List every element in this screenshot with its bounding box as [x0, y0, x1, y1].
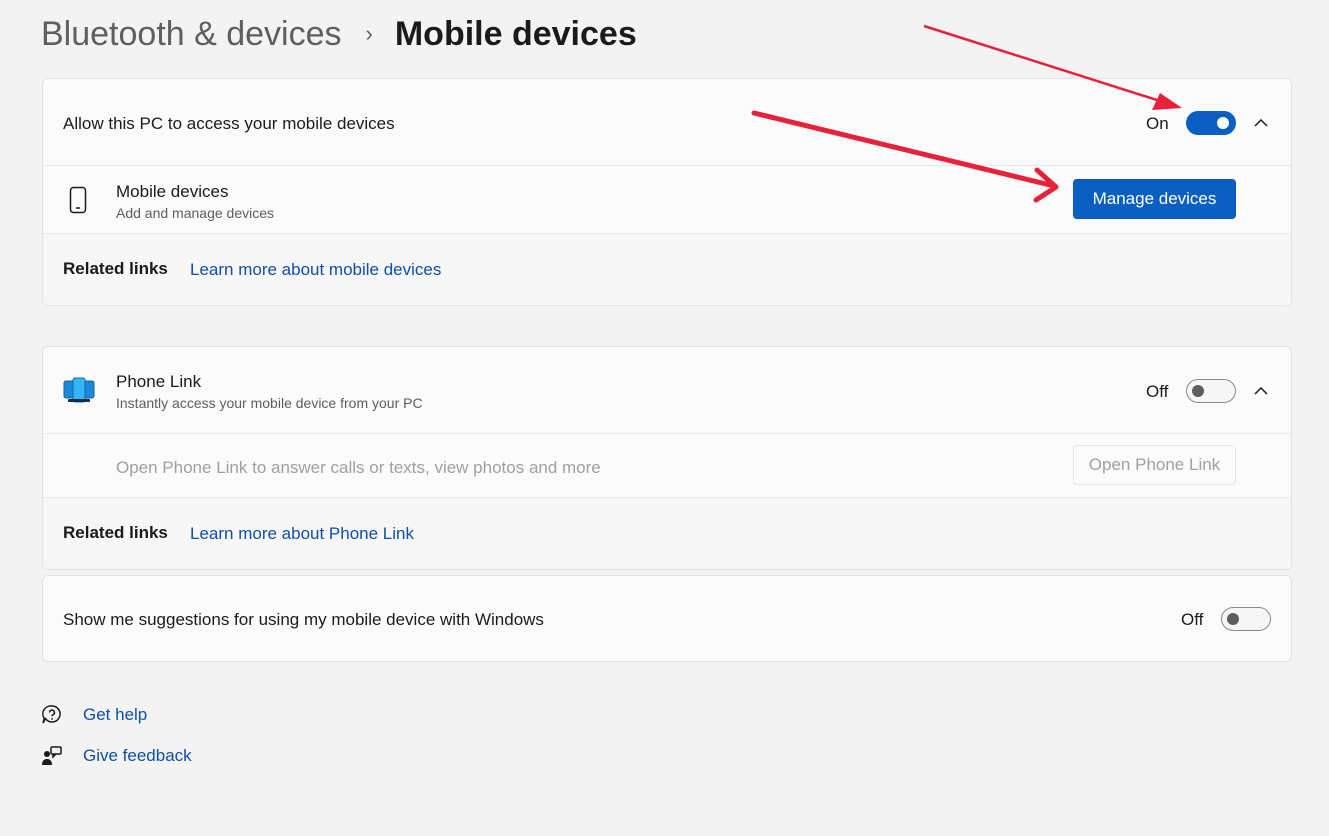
related-links-label: Related links [63, 523, 168, 542]
phone-icon [69, 186, 87, 214]
phone-link-subtitle: Instantly access your mobile device from… [116, 395, 423, 411]
give-feedback-link[interactable]: Give feedback [83, 746, 192, 766]
mobile-access-state-label: On [1146, 114, 1169, 133]
learn-more-mobile-devices-link[interactable]: Learn more about mobile devices [190, 260, 441, 280]
page-title: Mobile devices [394, 14, 637, 53]
help-icon [42, 705, 61, 724]
mobile-access-card: Allow this PC to access your mobile devi… [42, 78, 1292, 306]
related-links-label: Related links [63, 259, 168, 278]
suggestions-card: Show me suggestions for using my mobile … [42, 575, 1292, 662]
mobile-access-label: Allow this PC to access your mobile devi… [63, 114, 395, 133]
mobile-related-links-row: Related links Learn more about mobile de… [43, 234, 1291, 305]
get-help-link[interactable]: Get help [83, 705, 147, 725]
phone-link-related-links-row: Related links Learn more about Phone Lin… [43, 498, 1291, 569]
get-help-item[interactable]: Get help [41, 704, 147, 726]
phone-link-card: Phone Link Instantly access your mobile … [42, 346, 1292, 570]
phone-link-toggle[interactable] [1186, 379, 1236, 403]
toggle-knob [1227, 613, 1239, 625]
phone-link-app-icon [63, 377, 95, 403]
phone-link-state-label: Off [1146, 382, 1169, 401]
give-feedback-item[interactable]: Give feedback [41, 745, 192, 767]
mobile-devices-title: Mobile devices [116, 182, 229, 201]
open-phone-link-description: Open Phone Link to answer calls or texts… [116, 458, 601, 477]
mobile-access-header-row[interactable]: Allow this PC to access your mobile devi… [43, 79, 1291, 166]
breadcrumb-separator-icon: › [365, 21, 373, 46]
learn-more-phone-link-link[interactable]: Learn more about Phone Link [190, 524, 414, 544]
mobile-devices-subtitle: Add and manage devices [116, 205, 274, 221]
feedback-icon [42, 746, 62, 765]
suggestions-row[interactable]: Show me suggestions for using my mobile … [43, 576, 1291, 661]
suggestions-state-label: Off [1181, 610, 1204, 629]
open-phone-link-button[interactable]: Open Phone Link [1073, 445, 1236, 485]
phone-link-header-row[interactable]: Phone Link Instantly access your mobile … [43, 347, 1291, 434]
open-phone-link-row: Open Phone Link to answer calls or texts… [43, 434, 1291, 498]
breadcrumb-parent[interactable]: Bluetooth & devices [41, 15, 342, 54]
chevron-up-icon[interactable] [1251, 113, 1271, 133]
phone-link-title: Phone Link [116, 372, 202, 391]
chevron-up-icon[interactable] [1251, 381, 1271, 401]
suggestions-label: Show me suggestions for using my mobile … [63, 610, 544, 629]
toggle-knob [1217, 117, 1229, 129]
toggle-knob [1192, 385, 1204, 397]
suggestions-toggle[interactable] [1221, 607, 1271, 631]
mobile-access-toggle[interactable] [1186, 111, 1236, 135]
breadcrumb: Bluetooth & devices › Mobile devices [41, 12, 637, 56]
manage-devices-button[interactable]: Manage devices [1073, 179, 1236, 219]
mobile-devices-row: Mobile devices Add and manage devices Ma… [43, 166, 1291, 234]
